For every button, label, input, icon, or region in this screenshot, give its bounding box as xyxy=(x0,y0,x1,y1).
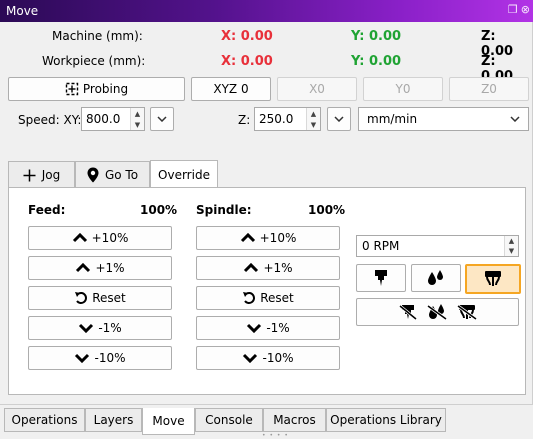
title-bar: Move ❐ ⊗ xyxy=(0,0,533,22)
speed-xy-spinner[interactable]: ▲ ▼ xyxy=(130,108,144,130)
feed-plus10-button[interactable]: +10% xyxy=(28,226,172,250)
spindle-off-icon xyxy=(398,304,417,321)
chevron-up-icon xyxy=(244,263,259,273)
speed-xy-dropdown[interactable] xyxy=(150,107,174,131)
map-pin-icon xyxy=(87,167,99,183)
close-icon[interactable]: ⊗ xyxy=(521,3,530,16)
coolant-toggle-button[interactable] xyxy=(411,264,461,292)
dock-tab-macros[interactable]: Macros xyxy=(263,408,326,432)
window-title: Move xyxy=(6,4,39,18)
rpm-input[interactable]: 0 RPM xyxy=(356,235,519,257)
reset-icon xyxy=(243,292,256,304)
dock-tab-move[interactable]: Move xyxy=(142,408,195,435)
speed-z-label: Z: xyxy=(238,113,251,127)
chevron-down-icon xyxy=(510,116,520,122)
machine-x: X: 0.00 xyxy=(221,29,273,44)
feed-minus1-button[interactable]: -1% xyxy=(28,316,172,340)
tab-goto[interactable]: Go To xyxy=(75,161,150,188)
speed-unit-select[interactable]: mm/min xyxy=(358,107,529,131)
chevron-down-icon xyxy=(243,353,258,363)
coolant-icon xyxy=(428,270,443,285)
chevron-down-icon xyxy=(247,323,262,333)
speed-xy-label: Speed: XY: xyxy=(18,113,82,127)
crosshair-icon xyxy=(65,82,79,96)
chevron-down-icon xyxy=(334,116,344,122)
coolant-off-icon xyxy=(426,304,447,321)
feed-minus10-button[interactable]: -10% xyxy=(28,346,172,370)
xyz-zero-button[interactable]: XYZ 0 xyxy=(191,77,271,101)
spindle-minus1-button[interactable]: -1% xyxy=(196,316,340,340)
spindle-value: 100% xyxy=(308,203,346,217)
z-zero-button[interactable]: Z0 xyxy=(449,77,529,101)
chevron-up-icon xyxy=(72,233,87,243)
workpiece-x: X: 0.00 xyxy=(221,54,273,69)
feed-plus1-button[interactable]: +1% xyxy=(28,256,172,280)
chevron-down-icon xyxy=(79,323,94,333)
restore-icon[interactable]: ❐ xyxy=(508,3,518,16)
chevron-up-icon xyxy=(240,233,255,243)
spindle-plus1-button[interactable]: +1% xyxy=(196,256,340,280)
workpiece-y: Y: 0.00 xyxy=(351,54,402,69)
spindle-minus10-button[interactable]: -10% xyxy=(196,346,340,370)
probing-label: Probing xyxy=(82,82,129,96)
dock-tab-layers[interactable]: Layers xyxy=(85,408,142,432)
dock-tab-operations[interactable]: Operations xyxy=(4,408,85,432)
feed-value: 100% xyxy=(140,203,178,217)
spindle-reset-button[interactable]: Reset xyxy=(196,286,340,310)
chevron-down-icon xyxy=(75,353,90,363)
chevron-down-icon xyxy=(157,116,167,122)
tab-override[interactable]: Override xyxy=(150,160,218,188)
chevron-up-icon xyxy=(76,263,91,273)
dock-tab-console[interactable]: Console xyxy=(195,408,263,432)
feed-reset-button[interactable]: Reset xyxy=(28,286,172,310)
reset-icon xyxy=(75,292,88,304)
machine-label: Machine (mm): xyxy=(52,29,143,43)
feed-label: Feed: xyxy=(28,203,66,217)
crosshair-icon xyxy=(23,169,36,181)
y-zero-button[interactable]: Y0 xyxy=(363,77,443,101)
probing-button[interactable]: Probing xyxy=(8,77,185,101)
rpm-spinner[interactable]: ▲ ▼ xyxy=(504,236,518,256)
dock-tab-operations-library[interactable]: Operations Library xyxy=(326,408,446,432)
move-panel: Machine (mm): X: 0.00 Y: 0.00 Z: 0.00 Wo… xyxy=(0,22,533,404)
speed-z-dropdown[interactable] xyxy=(327,107,351,131)
vacuum-toggle-button[interactable] xyxy=(465,264,521,294)
speed-z-spinner[interactable]: ▲ ▼ xyxy=(306,108,320,130)
vacuum-off-icon xyxy=(456,304,477,321)
tab-jog[interactable]: Jog xyxy=(8,161,75,188)
all-off-button[interactable] xyxy=(356,298,519,326)
spindle-label: Spindle: xyxy=(196,203,252,217)
machine-y: Y: 0.00 xyxy=(351,29,402,44)
vacuum-icon xyxy=(485,271,501,286)
workpiece-label: Workpiece (mm): xyxy=(42,54,146,68)
spindle-icon xyxy=(375,270,387,286)
x-zero-button[interactable]: X0 xyxy=(277,77,357,101)
override-panel: Feed: 100% +10% +1% Reset -1% -10% Spind… xyxy=(8,187,526,395)
spindle-toggle-button[interactable] xyxy=(356,264,406,292)
spindle-plus10-button[interactable]: +10% xyxy=(196,226,340,250)
